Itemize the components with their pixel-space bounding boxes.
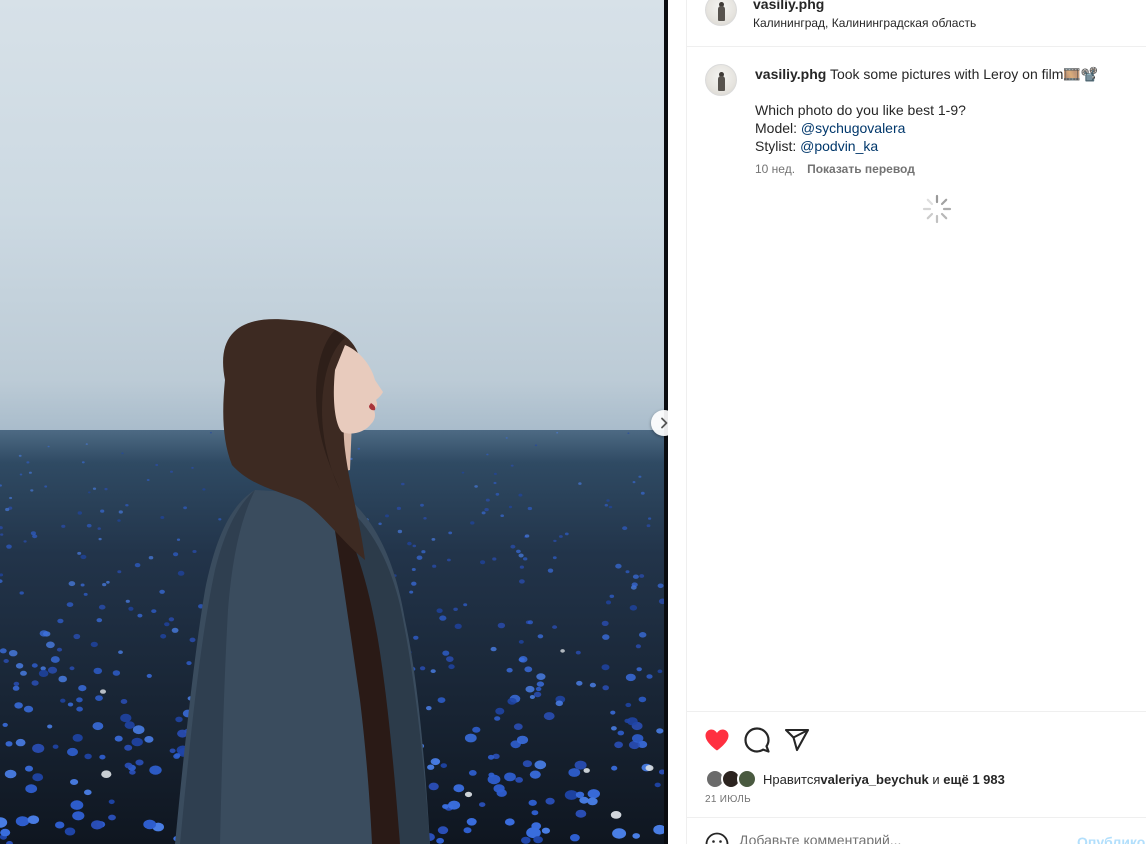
heart-icon [705, 729, 729, 751]
chevron-right-icon [661, 417, 668, 429]
likes-summary: Нравится valeriya_beychuk и ещё 1 983 [705, 768, 1005, 790]
author-username[interactable]: vasiliy.phg [753, 0, 824, 12]
author-avatar[interactable] [705, 0, 737, 26]
caption-emoji: 🎞️📽️ [1063, 66, 1099, 82]
post-comment-button[interactable]: Опубликовать [1077, 834, 1146, 844]
liker-avatars[interactable] [705, 769, 757, 789]
time-ago[interactable]: 10 нед. [755, 162, 795, 176]
caption-question: Which photo do you like best 1-9? [755, 102, 966, 118]
caption-author-avatar[interactable] [705, 64, 737, 96]
stylist-label: Stylist: [755, 138, 801, 154]
comment-bar: Опубликовать [687, 817, 1146, 844]
model-handle-link[interactable]: @sychugovalera [801, 120, 906, 136]
likes-prefix: Нравится [763, 771, 821, 787]
liker-avatar [737, 769, 757, 789]
share-button[interactable] [783, 726, 811, 754]
woman-figure [175, 319, 430, 844]
share-icon [784, 728, 810, 752]
show-translation-button[interactable]: Показать перевод [807, 162, 915, 176]
comment-input[interactable] [739, 832, 1059, 844]
loading-spinner-icon [922, 194, 952, 224]
caption-meta: 10 нед. Показать перевод [755, 162, 915, 176]
post-caption: vasiliy.phg Took some pictures with Lero… [755, 65, 1125, 155]
likes-count-link[interactable]: ещё 1 983 [943, 772, 1005, 787]
like-button[interactable] [703, 726, 731, 754]
model-label: Model: [755, 120, 801, 136]
caption-username[interactable]: vasiliy.phg [755, 66, 826, 82]
post-photo[interactable] [0, 0, 668, 844]
liker-username[interactable]: valeriya_beychuk [820, 772, 928, 787]
stylist-handle-link[interactable]: @podvin_ka [800, 138, 878, 154]
comment-icon [744, 727, 770, 753]
caption-text: Took some pictures with Leroy on film [829, 66, 1064, 82]
post-side-panel: vasiliy.phg Калининград, Калининградская… [686, 0, 1146, 844]
emoji-icon [705, 832, 729, 844]
post-location[interactable]: Калининград, Калининградская область [753, 16, 976, 30]
post-actions-bar [687, 711, 1146, 771]
comment-button[interactable] [743, 726, 771, 754]
post-header: vasiliy.phg Калининград, Калининградская… [687, 0, 1146, 47]
likes-middle: и [928, 771, 944, 787]
emoji-button[interactable] [705, 832, 729, 844]
post-date[interactable]: 21 ИЮЛЬ [705, 794, 751, 805]
